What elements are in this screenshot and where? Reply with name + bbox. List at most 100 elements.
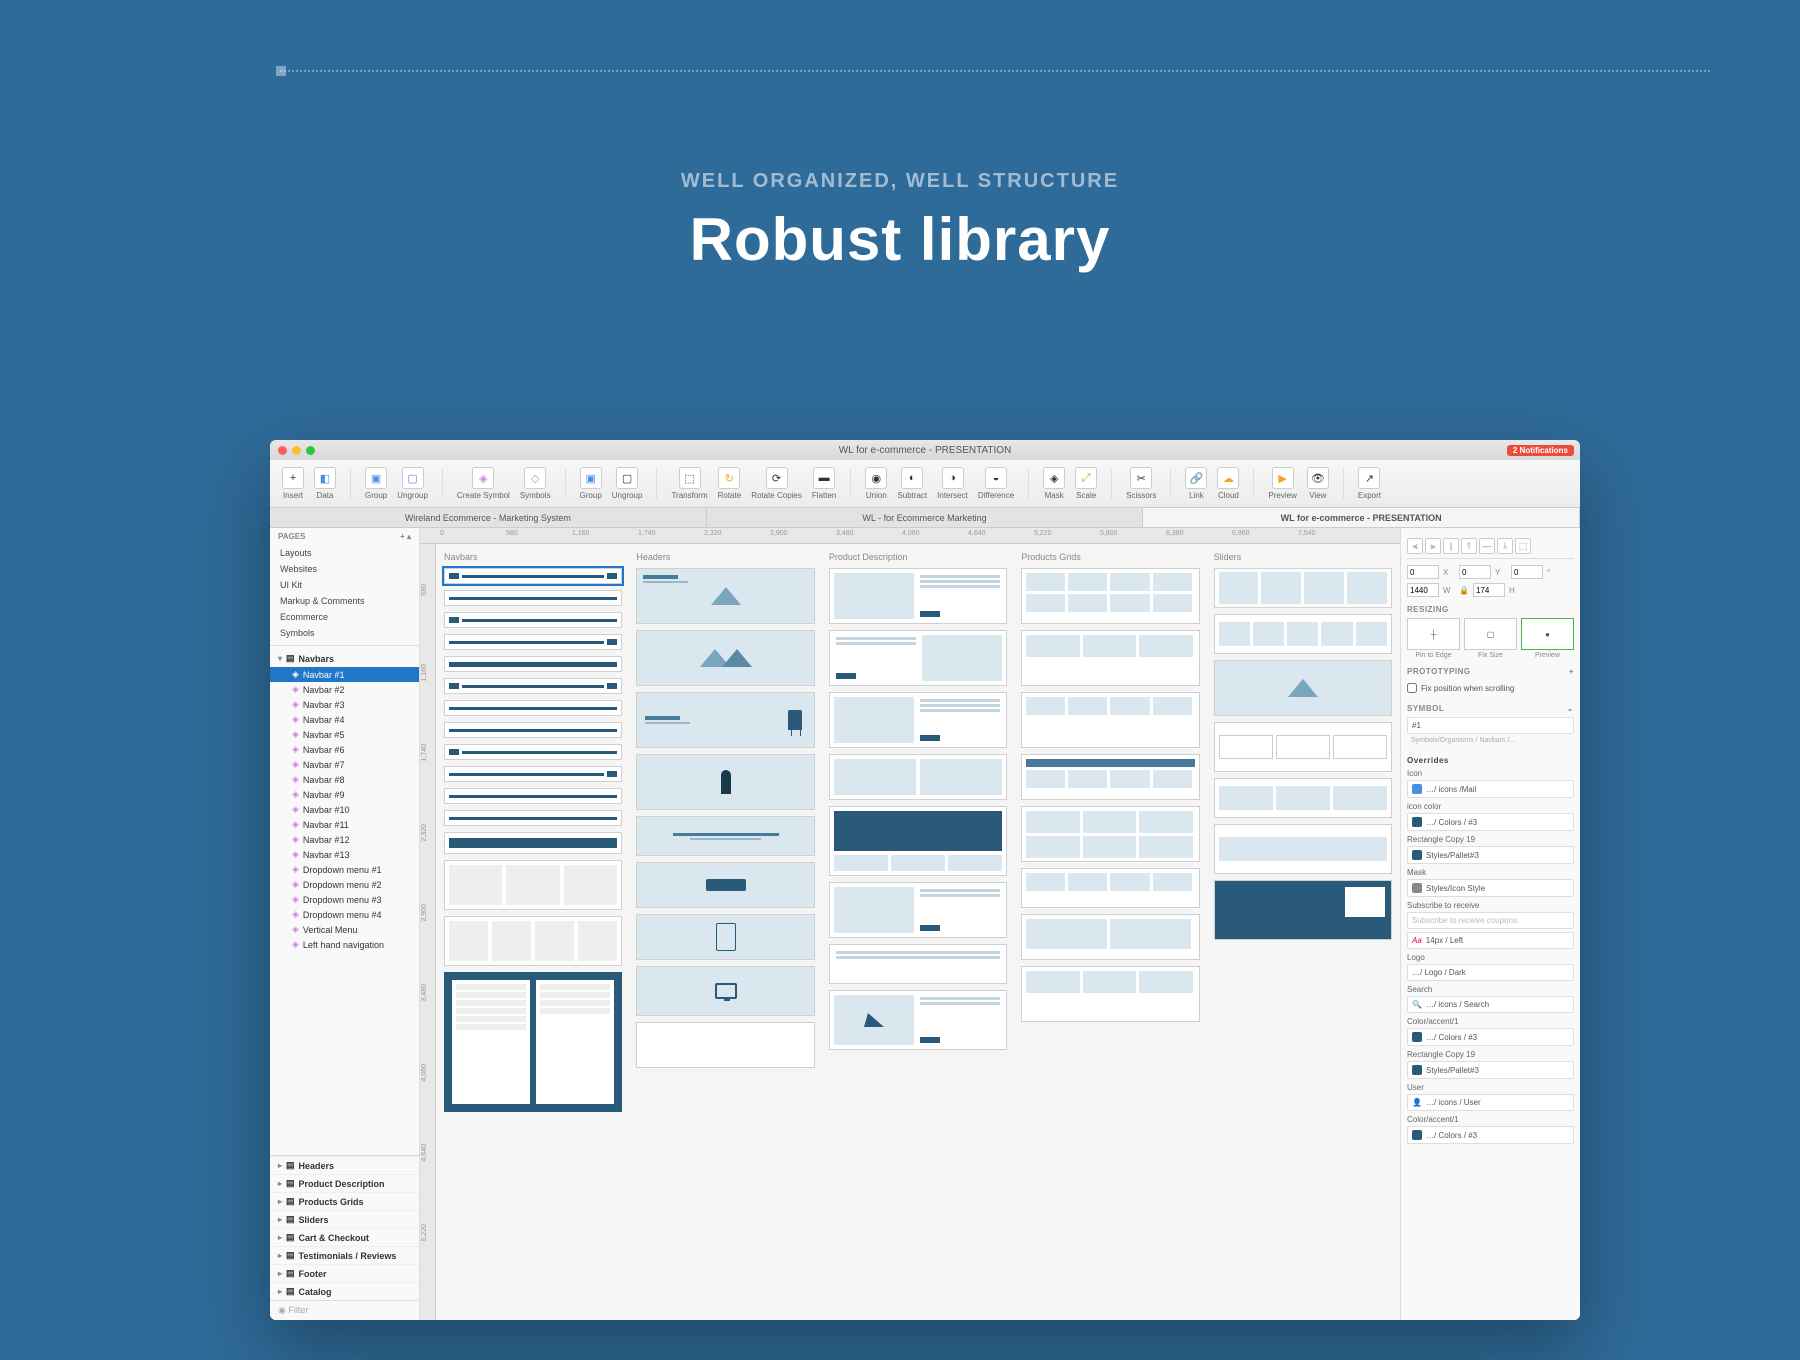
subtract-button[interactable]: ◐Subtract: [893, 465, 931, 502]
artboard-product[interactable]: [829, 806, 1007, 876]
layer-item[interactable]: ◈Navbar #10: [270, 802, 419, 817]
align-top-icon[interactable]: ⫯: [1461, 538, 1477, 554]
artboard-grid[interactable]: [1021, 868, 1199, 908]
mask-button[interactable]: ◈Mask: [1039, 465, 1069, 502]
layer-item[interactable]: ◈Navbar #11: [270, 817, 419, 832]
symbols-button[interactable]: ◇Symbols: [516, 465, 555, 502]
rect2-override[interactable]: Styles/Pallet#3: [1407, 1061, 1574, 1079]
icon-override[interactable]: …/ icons /Mail: [1407, 780, 1574, 798]
mask-override[interactable]: Styles/Icon Style: [1407, 879, 1574, 897]
layer-item[interactable]: ◈Left hand navigation: [270, 937, 419, 952]
artboard-header[interactable]: [636, 862, 814, 908]
layer-item[interactable]: ◈Navbar #1: [270, 667, 419, 682]
artboard-grid[interactable]: [1021, 966, 1199, 1022]
artboard-product[interactable]: [829, 990, 1007, 1050]
logo-override[interactable]: …/ Logo / Dark: [1407, 964, 1574, 981]
fix-scroll-checkbox[interactable]: [1407, 683, 1417, 693]
export-button[interactable]: ↗Export: [1354, 465, 1385, 502]
distribute-icon[interactable]: ⬚: [1515, 538, 1531, 554]
artboard-grid[interactable]: [1021, 692, 1199, 748]
artboard-navbar[interactable]: [444, 612, 622, 628]
artboard-slider[interactable]: [1214, 660, 1392, 716]
layer-item[interactable]: ◈Navbar #9: [270, 787, 419, 802]
layer-item[interactable]: ◈Navbar #6: [270, 742, 419, 757]
lock-icon[interactable]: 🔒: [1459, 586, 1469, 595]
color-accent2-override[interactable]: …/ Colors / #3: [1407, 1126, 1574, 1144]
layer-item[interactable]: ◈Navbar #7: [270, 757, 419, 772]
artboard-header[interactable]: [636, 1022, 814, 1068]
rotate-copies-button[interactable]: ⟳Rotate Copies: [747, 465, 806, 502]
scale-button[interactable]: ⤢Scale: [1071, 465, 1101, 502]
cloud-button[interactable]: ☁Cloud: [1213, 465, 1243, 502]
symbol-name-field[interactable]: #1: [1407, 717, 1574, 734]
artboard-navbar[interactable]: [444, 744, 622, 760]
layer-item[interactable]: ◈Dropdown menu #1: [270, 862, 419, 877]
page-websites[interactable]: Websites: [270, 561, 419, 577]
canvas[interactable]: Navbars: [436, 544, 1400, 1320]
artboard-navbar[interactable]: [444, 678, 622, 694]
artboard-navbar[interactable]: [444, 832, 622, 854]
layer-group[interactable]: ▤Headers: [270, 1156, 419, 1174]
add-prototype-icon[interactable]: +: [1569, 667, 1574, 676]
h-input[interactable]: [1473, 583, 1505, 597]
artboard-grid[interactable]: [1021, 914, 1199, 960]
y-input[interactable]: [1459, 565, 1491, 579]
artboard-grid[interactable]: [1021, 806, 1199, 862]
add-page-icon[interactable]: + ▴: [400, 532, 411, 541]
artboard-header[interactable]: [636, 816, 814, 856]
preview-button[interactable]: ▶Preview: [1264, 465, 1300, 502]
search-override[interactable]: 🔍…/ icons / Search: [1407, 996, 1574, 1013]
fix-size-box[interactable]: ▢: [1464, 618, 1517, 650]
artboard-navbar[interactable]: [444, 810, 622, 826]
layer-item[interactable]: ◈Navbar #13: [270, 847, 419, 862]
artboard-header[interactable]: [636, 568, 814, 624]
align-right-icon[interactable]: |: [1443, 538, 1459, 554]
layer-item[interactable]: ◈Dropdown menu #2: [270, 877, 419, 892]
align-left-icon[interactable]: ⫷: [1407, 538, 1423, 554]
layer-group[interactable]: ▤Cart & Checkout: [270, 1228, 419, 1246]
align-middle-icon[interactable]: —: [1479, 538, 1495, 554]
rect-override[interactable]: Styles/Pallet#3: [1407, 846, 1574, 864]
rotate-button[interactable]: ↻Rotate: [714, 465, 746, 502]
layer-group[interactable]: ▤Footer: [270, 1264, 419, 1282]
layer-group[interactable]: ▤Products Grids: [270, 1192, 419, 1210]
artboard-slider[interactable]: [1214, 778, 1392, 818]
w-input[interactable]: [1407, 583, 1439, 597]
user-override[interactable]: 👤…/ icons / User: [1407, 1094, 1574, 1111]
layer-group[interactable]: ▤Catalog: [270, 1282, 419, 1300]
tab-1[interactable]: Wireland Ecommerce - Marketing System: [270, 508, 707, 527]
page-symbols[interactable]: Symbols: [270, 625, 419, 641]
artboard-product[interactable]: [829, 882, 1007, 938]
layer-item[interactable]: ◈Dropdown menu #4: [270, 907, 419, 922]
artboard-vertical-menu[interactable]: [444, 972, 622, 1112]
artboard-navbar[interactable]: [444, 656, 622, 672]
group2-button[interactable]: ▣Group: [576, 465, 606, 502]
layer-group[interactable]: ▤Testimonials / Reviews: [270, 1246, 419, 1264]
transform-button[interactable]: ⬚Transform: [667, 465, 711, 502]
artboard-navbar[interactable]: [444, 722, 622, 738]
intersect-button[interactable]: ◑Intersect: [933, 465, 972, 502]
artboard-header[interactable]: [636, 630, 814, 686]
tab-3[interactable]: WL for e-commerce - PRESENTATION: [1143, 508, 1580, 527]
artboard-navbar[interactable]: [444, 788, 622, 804]
view-button[interactable]: 👁View: [1303, 465, 1333, 502]
font-override[interactable]: Aa14px / Left: [1407, 932, 1574, 949]
artboard-navbar[interactable]: [444, 590, 622, 606]
artboard-slider[interactable]: [1214, 824, 1392, 874]
angle-input[interactable]: [1511, 565, 1543, 579]
artboard-navbar-1[interactable]: [444, 568, 622, 584]
create-symbol-button[interactable]: ◈Create Symbol: [453, 465, 514, 502]
artboard-grid[interactable]: [1021, 754, 1199, 800]
color-accent-override[interactable]: …/ Colors / #3: [1407, 1028, 1574, 1046]
align-center-icon[interactable]: ⫸: [1425, 538, 1441, 554]
filter-input[interactable]: ◉ Filter: [270, 1300, 419, 1320]
x-input[interactable]: [1407, 565, 1439, 579]
link-button[interactable]: 🔗Link: [1181, 465, 1211, 502]
artboard-header[interactable]: [636, 692, 814, 748]
notifications-badge[interactable]: 2 Notifications: [1507, 445, 1574, 456]
page-markup[interactable]: Markup & Comments: [270, 593, 419, 609]
page-ecommerce[interactable]: Ecommerce: [270, 609, 419, 625]
preview-box[interactable]: ●: [1521, 618, 1574, 650]
artboard-header[interactable]: [636, 914, 814, 960]
artboard-product[interactable]: [829, 568, 1007, 624]
